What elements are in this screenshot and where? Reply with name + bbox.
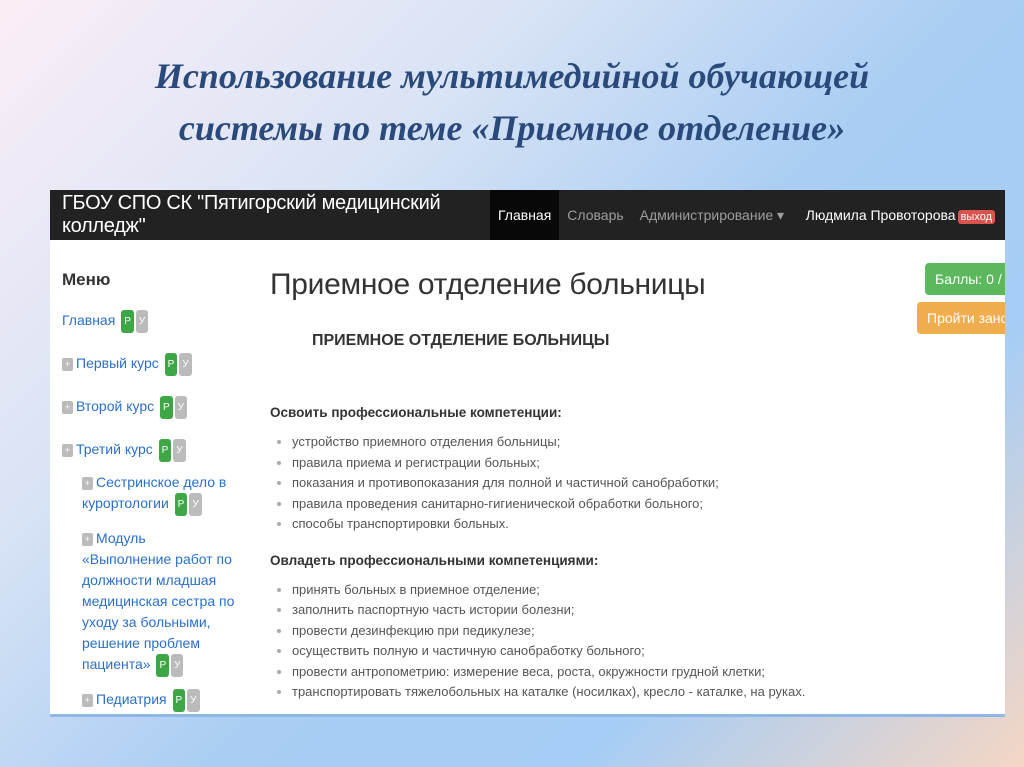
main-content: Приемное отделение больницы ПРИЕМНОЕ ОТД… xyxy=(270,268,830,714)
expand-icon[interactable]: + xyxy=(82,533,93,546)
score-button[interactable]: Баллы: 0 / 12 xyxy=(925,263,1005,295)
list-item: провести антропометрию: измерение веса, … xyxy=(292,662,830,683)
page-title: Приемное отделение больницы xyxy=(270,268,706,301)
list-item: правила проведения санитарно-гигиеническ… xyxy=(292,494,830,515)
list-item: принять больных в приемное отделение; xyxy=(292,580,830,601)
navbar: ГБОУ СПО СК "Пятигорский медицинский кол… xyxy=(50,190,1005,240)
sidebar-subitem[interactable]: + Сестринское дело в курортологии РУ xyxy=(82,472,237,516)
badge-u[interactable]: У xyxy=(189,493,202,516)
sidebar-item-label[interactable]: Второй курс xyxy=(76,398,154,414)
sidebar-item-course-3[interactable]: + Третий курс РУ xyxy=(62,439,237,462)
sidebar-item-label[interactable]: Педиатрия xyxy=(96,691,167,707)
badge-r[interactable]: Р xyxy=(121,310,134,333)
logout-button[interactable]: выход xyxy=(957,210,995,224)
list-item: провести дезинфекцию при педикулезе; xyxy=(292,621,830,642)
slide-title: Использование мультимедийной обучающей с… xyxy=(0,50,1024,154)
badge-r[interactable]: Р xyxy=(158,439,172,462)
nav-admin-dropdown[interactable]: Администрирование ▾ xyxy=(632,190,792,240)
badge-r[interactable]: Р xyxy=(156,654,170,677)
expand-icon[interactable]: + xyxy=(82,477,93,490)
expand-icon[interactable]: + xyxy=(62,401,73,414)
expand-icon[interactable]: + xyxy=(62,444,73,457)
competencies-heading: Освоить профессиональные компетенции: xyxy=(270,405,562,420)
list-item: показания и противопоказания для полной … xyxy=(292,473,830,494)
retry-button[interactable]: Пройти заново xyxy=(917,302,1005,334)
badge-u[interactable]: У xyxy=(173,439,186,462)
sidebar-item-label[interactable]: Сестринское дело в курортологии xyxy=(82,474,226,511)
menu-title: Меню xyxy=(62,270,111,289)
section-heading: ПРИЕМНОЕ ОТДЕЛЕНИЕ БОЛЬНИЦЫ xyxy=(312,332,610,349)
slide-title-line: Использование мультимедийной обучающей xyxy=(154,56,870,96)
badge-r[interactable]: Р xyxy=(172,689,186,712)
badge-r[interactable]: Р xyxy=(174,493,188,516)
list-item: правила приема и регистрации больных; xyxy=(292,453,830,474)
sidebar-subitem[interactable]: + Модуль «Выполнение работ по должности м… xyxy=(82,528,237,677)
brand-link[interactable]: ГБОУ СПО СК "Пятигорский медицинский кол… xyxy=(50,192,490,238)
nav-dictionary[interactable]: Словарь xyxy=(559,190,631,240)
list-item: способы транспортировки больных. xyxy=(292,514,830,535)
sidebar-item-course-1[interactable]: + Первый курс РУ xyxy=(62,353,237,376)
badge-r[interactable]: Р xyxy=(160,396,173,419)
expand-icon[interactable]: + xyxy=(82,694,93,707)
badge-u[interactable]: У xyxy=(135,310,149,333)
user-area: Людмила Провоторова выход xyxy=(806,207,995,224)
badge-u[interactable]: У xyxy=(174,396,188,419)
list-item: устройство приемного отделения больницы; xyxy=(292,432,830,453)
slide-title-line: системы по теме «Приемное отделение» xyxy=(178,108,846,148)
competencies-list: устройство приемного отделения больницы;… xyxy=(270,432,830,535)
sidebar-item-label[interactable]: Первый курс xyxy=(76,355,159,371)
sidebar-item-home[interactable]: Главная РУ xyxy=(62,310,237,333)
list-item: транспортировать тяжелобольных на каталк… xyxy=(292,682,830,703)
sidebar-menu: Меню Главная РУ + Первый курс РУ + Второй … xyxy=(62,270,237,714)
skills-list: принять больных в приемное отделение; за… xyxy=(270,580,830,703)
badge-u[interactable]: У xyxy=(187,689,200,712)
sidebar-subitem[interactable]: + Педиатрия РУ xyxy=(82,689,237,712)
skills-heading: Овладеть профессиональными компетенциями… xyxy=(270,552,599,568)
badge-u[interactable]: У xyxy=(171,654,184,677)
badge-r[interactable]: Р xyxy=(164,353,178,376)
badge-u[interactable]: У xyxy=(179,353,192,376)
sidebar-item-course-2[interactable]: + Второй курс РУ xyxy=(62,396,237,419)
user-name[interactable]: Людмила Провоторова xyxy=(806,207,956,223)
expand-icon[interactable]: + xyxy=(62,358,73,371)
browser-window: ГБОУ СПО СК "Пятигорский медицинский кол… xyxy=(50,190,1005,717)
sidebar-item-label[interactable]: Модуль «Выполнение работ по должности мл… xyxy=(82,530,234,672)
nav-home[interactable]: Главная xyxy=(490,190,560,240)
list-item: заполнить паспортную часть истории болез… xyxy=(292,600,830,621)
sidebar-item-label[interactable]: Третий курс xyxy=(76,441,153,457)
list-item: осуществить полную и частичную санобрабо… xyxy=(292,641,830,662)
sidebar-item-label[interactable]: Главная xyxy=(62,312,115,328)
